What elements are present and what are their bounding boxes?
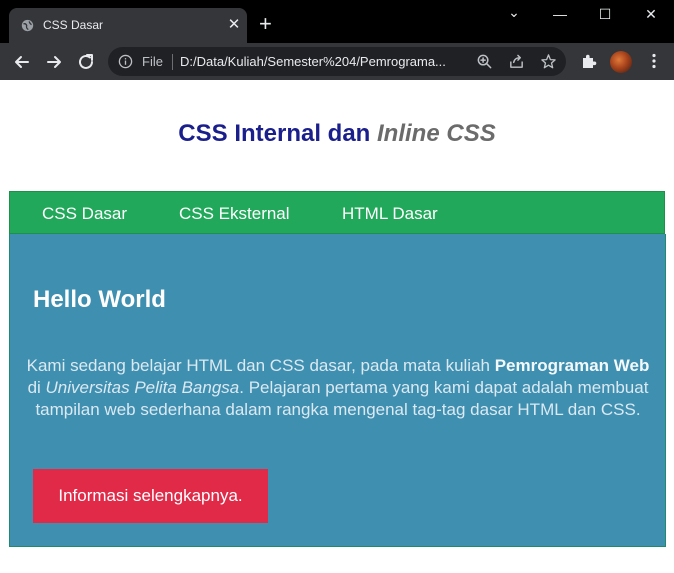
content-heading: Hello World [33,286,166,313]
university-name: Universitas Pelita Bangsa [45,378,240,397]
course-name: Pemrograman Web [494,356,650,375]
site-label: File [142,54,163,69]
back-arrow-icon[interactable] [11,51,33,73]
page-title: CSS Internal dan Inline CSS [0,120,674,148]
tab-title: CSS Dasar [43,18,104,32]
page-title-plain: CSS Internal dan [178,120,371,147]
nav-link-html-dasar[interactable]: HTML Dasar [342,204,438,224]
url-text[interactable]: D:/Data/Kuliah/Semester%204/Pemrograma..… [180,54,466,69]
tab-strip: CSS Dasar ✕ + ⌄ — ☐ ✕ [0,0,674,43]
reload-icon[interactable] [75,51,97,73]
nav-link-css-dasar[interactable]: CSS Dasar [42,204,127,224]
address-bar[interactable]: File D:/Data/Kuliah/Semester%204/Pemrogr… [108,47,566,76]
new-tab-button[interactable]: + [259,13,272,35]
page-title-italic: Inline CSS [377,120,496,147]
maximize-button[interactable]: ☐ [595,6,615,23]
content-paragraph: Kami sedang belajar HTML dan CSS dasar, … [20,355,656,421]
browser-tab[interactable]: CSS Dasar ✕ [9,8,247,43]
globe-icon [21,19,34,32]
close-window-button[interactable]: ✕ [641,6,661,23]
zoom-icon[interactable] [476,53,493,70]
profile-avatar[interactable] [610,51,632,73]
minimize-button[interactable]: — [550,6,570,22]
nav-link-css-eksternal[interactable]: CSS Eksternal [179,204,290,224]
content-section: Hello World Kami sedang belajar HTML dan… [9,234,666,547]
info-icon[interactable] [118,54,133,69]
share-icon[interactable] [508,53,525,70]
paragraph-text-2: di [27,378,46,397]
tab-search-icon[interactable]: ⌄ [504,4,524,21]
forward-arrow-icon[interactable] [43,51,65,73]
close-tab-icon[interactable]: ✕ [225,16,243,34]
omnibox-divider [172,54,173,70]
navbar: CSS Dasar CSS Eksternal HTML Dasar [9,191,665,234]
bookmark-star-icon[interactable] [540,53,557,70]
more-info-button[interactable]: Informasi selengkapnya. [33,469,268,523]
extensions-puzzle-icon[interactable] [580,52,598,70]
browser-toolbar: File D:/Data/Kuliah/Semester%204/Pemrogr… [0,43,674,80]
menu-kebab-icon[interactable] [645,52,663,70]
paragraph-text-1: Kami sedang belajar HTML dan CSS dasar, … [26,356,495,375]
